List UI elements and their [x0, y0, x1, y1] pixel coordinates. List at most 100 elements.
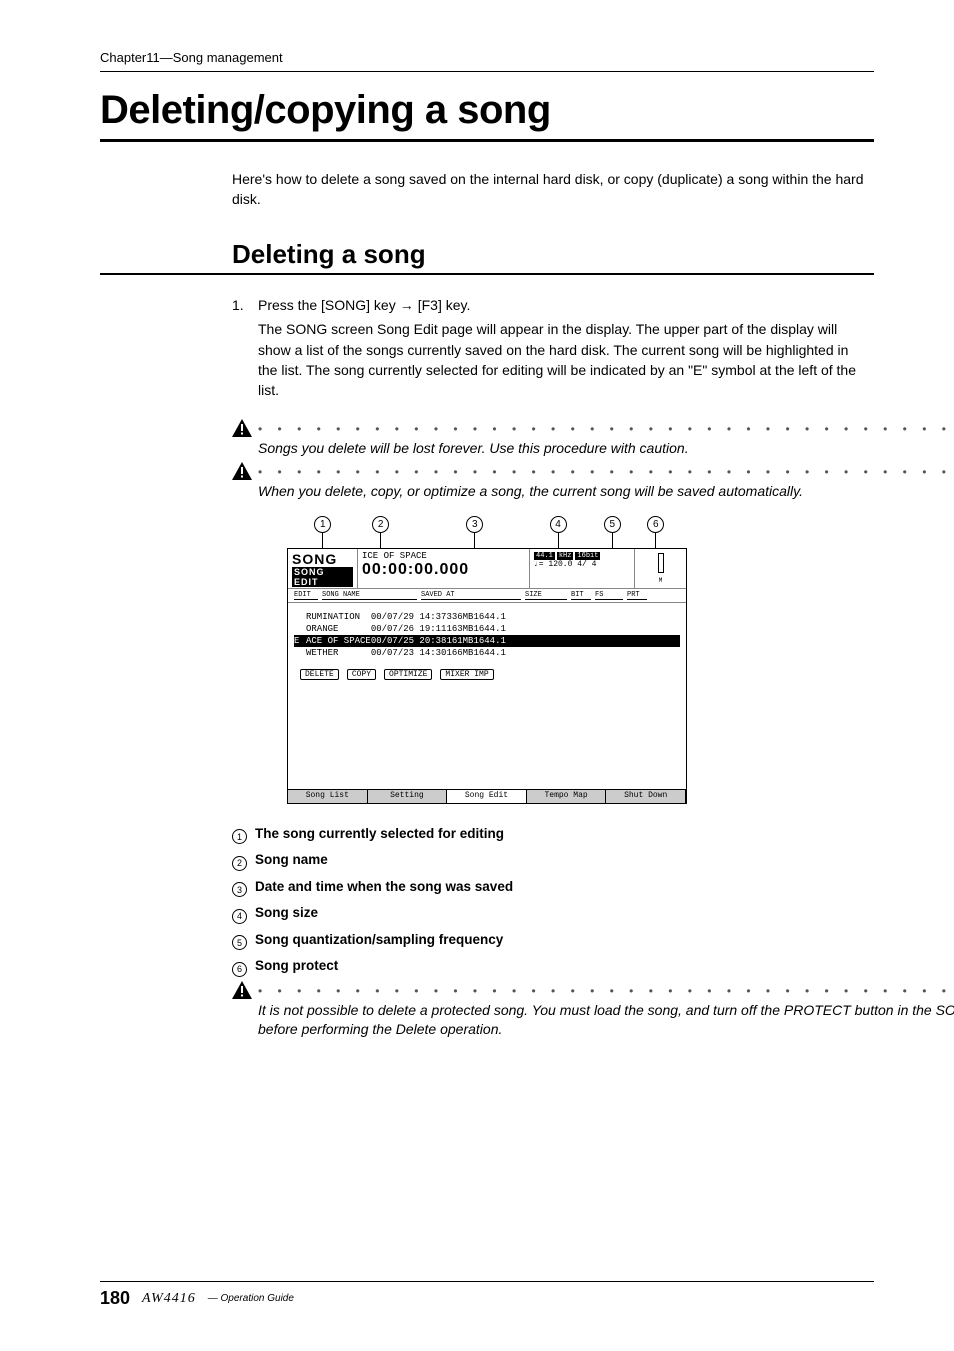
- legend-label-2: Song name: [255, 852, 328, 867]
- screen-table-body: RUMINATION 00/07/29 14:37 336MB 16 44.1 …: [288, 603, 686, 664]
- tab-setting[interactable]: Setting: [368, 789, 448, 803]
- screen-button-row: DELETE COPY OPTIMIZE MIXER IMP: [288, 663, 686, 686]
- warning-text-2: When you delete, copy, or optimize a son…: [258, 482, 954, 502]
- callout-5: 5: [604, 516, 621, 533]
- cell-size: 336MB: [446, 611, 473, 623]
- tab-song-list[interactable]: Song List: [288, 789, 368, 803]
- edit-mark: E: [294, 635, 306, 647]
- cell-fs: 44.1: [484, 611, 506, 623]
- footer-brand: AW4416: [142, 1291, 196, 1307]
- col-size: SIZE: [525, 591, 567, 600]
- time-sig-display: 4/ 4: [577, 560, 596, 569]
- cell-name: ACE OF SPACE: [306, 635, 371, 647]
- warning-text-1: Songs you delete will be lost forever. U…: [258, 439, 954, 459]
- chapter-header: Chapter11—Song management: [100, 50, 874, 65]
- col-prt: PRT: [627, 591, 647, 600]
- cell-date: 00/07/23 14:30: [371, 647, 447, 659]
- cell-name: ORANGE: [306, 623, 371, 635]
- table-row[interactable]: RUMINATION 00/07/29 14:37 336MB 16 44.1: [294, 611, 680, 623]
- table-row[interactable]: WETHER 00/07/23 14:30 166MB 16 44.1: [294, 647, 680, 659]
- legend-circle-2: 2: [232, 856, 247, 871]
- callout-3: 3: [466, 516, 483, 533]
- tab-song-edit[interactable]: Song Edit: [447, 789, 527, 803]
- step-title-pre: Press the [SONG] key: [258, 297, 396, 313]
- legend-list: 1 The song currently selected for editin…: [232, 826, 874, 975]
- col-edit: EDIT: [294, 591, 318, 600]
- screen-meter: M: [634, 549, 686, 588]
- cell-size: 163MB: [446, 623, 473, 635]
- cell-name: RUMINATION: [306, 611, 371, 623]
- table-row-selected[interactable]: EACE OF SPACE 00/07/25 20:38 161MB 16 44…: [294, 635, 680, 647]
- legend-label-5: Song quantization/sampling frequency: [255, 932, 503, 947]
- legend-item-3: 3 Date and time when the song was saved: [232, 879, 874, 896]
- step-number: 1.: [232, 295, 258, 412]
- bit-depth-badge: 16bit: [575, 552, 600, 560]
- legend-item-1: 1 The song currently selected for editin…: [232, 826, 874, 843]
- optimize-button[interactable]: OPTIMIZE: [384, 669, 432, 680]
- callout-2: 2: [372, 516, 389, 533]
- dot-rule: • • • • • • • • • • • • • • • • • • • • …: [258, 466, 954, 478]
- arrow-icon: →: [400, 295, 414, 315]
- khz-badge: kHz: [557, 552, 574, 560]
- cell-date: 00/07/26 19:11: [371, 623, 447, 635]
- edit-mark: [294, 611, 306, 623]
- mixer-imp-button[interactable]: MIXER IMP: [440, 669, 493, 680]
- legend-item-5: 5 Song quantization/sampling frequency: [232, 932, 874, 949]
- title-rule: [100, 139, 874, 142]
- copy-button[interactable]: COPY: [347, 669, 376, 680]
- legend-label-6: Song protect: [255, 958, 338, 973]
- tab-shut-down[interactable]: Shut Down: [606, 789, 686, 803]
- legend-label-3: Date and time when the song was saved: [255, 879, 513, 894]
- footer-operation-guide: — Operation Guide: [208, 1293, 294, 1304]
- warning-icon: [232, 981, 258, 1004]
- cell-bit: 16: [473, 623, 484, 635]
- delete-button[interactable]: DELETE: [300, 669, 339, 680]
- intro-paragraph: Here's how to delete a song saved on the…: [232, 170, 864, 209]
- table-row[interactable]: ORANGE 00/07/26 19:11 163MB 16 44.1: [294, 623, 680, 635]
- legend-circle-3: 3: [232, 882, 247, 897]
- callout-row: 1 2 3 4 5 6: [307, 516, 669, 544]
- header-rule: [100, 71, 874, 72]
- cell-name: WETHER: [306, 647, 371, 659]
- legend-item-2: 2 Song name: [232, 852, 874, 869]
- legend-circle-1: 1: [232, 829, 247, 844]
- step-title-post: [F3] key.: [418, 297, 471, 313]
- col-saved: SAVED AT: [421, 591, 521, 600]
- page-title: Deleting/copying a song: [100, 88, 874, 133]
- step-body-text: The SONG screen Song Edit page will appe…: [258, 319, 864, 400]
- cell-size: 161MB: [446, 635, 473, 647]
- callout-1: 1: [314, 516, 331, 533]
- screenshot-figure: 1 2 3 4 5 6 SONG SONG EDIT ICE OF SPACE: [287, 516, 687, 804]
- legend-item-6: 6 Song protect: [232, 958, 874, 975]
- warning-icon: [232, 462, 258, 485]
- cell-date: 00/07/29 14:37: [371, 611, 447, 623]
- tempo-display: ♩= 120.0: [534, 560, 572, 569]
- warning-text-3: It is not possible to delete a protected…: [258, 1001, 954, 1040]
- step-1: 1. Press the [SONG] key→[F3] key. The SO…: [232, 295, 864, 412]
- warning-icon: [232, 419, 258, 442]
- screen-logo: SONG SONG EDIT: [288, 549, 358, 588]
- cell-fs: 44.1: [484, 647, 506, 659]
- dot-rule: • • • • • • • • • • • • • • • • • • • • …: [258, 423, 954, 435]
- legend-circle-5: 5: [232, 935, 247, 950]
- sample-rate-badge: 44.1: [534, 552, 555, 560]
- cell-bit: 16: [473, 635, 484, 647]
- screen-top-right: 44.1kHz16bit ♩= 120.0 4/ 4: [529, 549, 634, 588]
- legend-circle-6: 6: [232, 962, 247, 977]
- step-title: Press the [SONG] key→[F3] key.: [258, 295, 864, 315]
- dot-rule: • • • • • • • • • • • • • • • • • • • • …: [258, 985, 954, 997]
- screen-table-header: EDIT SONG NAME SAVED AT SIZE BIT FS PRT: [288, 589, 686, 603]
- cell-date: 00/07/25 20:38: [371, 635, 447, 647]
- page-footer: 180 AW4416 — Operation Guide: [100, 1281, 874, 1309]
- legend-item-4: 4 Song size: [232, 905, 874, 922]
- warning-block-1: • • • • • • • • • • • • • • • • • • • • …: [232, 423, 864, 459]
- screen-tabs: Song List Setting Song Edit Tempo Map Sh…: [288, 789, 686, 803]
- screen-logo-bottom: SONG EDIT: [292, 567, 353, 587]
- callout-4: 4: [550, 516, 567, 533]
- edit-mark: [294, 623, 306, 635]
- legend-label-4: Song size: [255, 905, 318, 920]
- tab-tempo-map[interactable]: Tempo Map: [527, 789, 607, 803]
- screen-time-display: 00:00:00.000: [362, 561, 525, 579]
- cell-size: 166MB: [446, 647, 473, 659]
- cell-fs: 44.1: [484, 635, 506, 647]
